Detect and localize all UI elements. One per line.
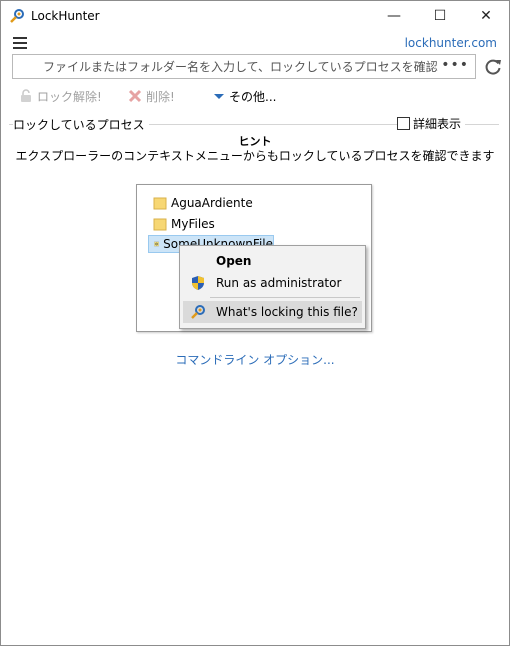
lockhunter-icon bbox=[191, 305, 205, 319]
other-label: その他... bbox=[229, 89, 277, 104]
refresh-icon[interactable] bbox=[483, 57, 503, 77]
search-input[interactable] bbox=[13, 55, 453, 78]
folder-icon bbox=[153, 218, 167, 231]
delete-x-icon bbox=[128, 89, 142, 103]
title-bar[interactable]: LockHunter — ☐ ✕ bbox=[1, 1, 509, 31]
delete-label: 削除! bbox=[146, 89, 175, 104]
unlock-button[interactable]: ロック解除! bbox=[19, 87, 102, 105]
delete-button[interactable]: 削除! bbox=[128, 87, 175, 105]
menu-item-open: Open bbox=[216, 254, 252, 268]
browse-button[interactable]: ••• bbox=[441, 57, 469, 73]
biohazard-file-icon bbox=[154, 241, 159, 247]
detail-view-checkbox[interactable]: 詳細表示 bbox=[397, 115, 466, 132]
menu-item-whats-locking: What's locking this file? bbox=[183, 301, 362, 323]
lockhunter-window: LockHunter — ☐ ✕ lockhunter.com ••• ロック解… bbox=[0, 0, 510, 646]
other-menu-button[interactable]: その他... bbox=[213, 87, 276, 105]
menu-separator bbox=[210, 297, 360, 298]
locking-processes-label: ロックしているプロセス bbox=[13, 116, 149, 133]
padlock-icon bbox=[21, 89, 31, 102]
file-item: AguaArdiente bbox=[153, 194, 253, 212]
close-button[interactable]: ✕ bbox=[463, 1, 509, 31]
menu-item-run-as-admin: Run as administrator bbox=[180, 272, 365, 294]
context-menu: Open Run as administrator What's locking… bbox=[179, 245, 366, 329]
maximize-button[interactable]: ☐ bbox=[417, 1, 463, 31]
minimize-button[interactable]: — bbox=[371, 1, 417, 31]
command-line-options-link[interactable]: コマンドライン オプション... bbox=[1, 351, 509, 368]
checkbox-box[interactable] bbox=[397, 117, 410, 130]
uac-shield-icon bbox=[192, 276, 204, 290]
folder-icon bbox=[153, 197, 167, 210]
unlock-label: ロック解除! bbox=[37, 89, 102, 104]
search-box: ••• bbox=[12, 54, 476, 79]
app-logo-icon bbox=[10, 9, 24, 23]
hint-text: エクスプローラーのコンテキストメニューからもロックしているプロセスを確認できます bbox=[15, 149, 495, 163]
file-item: MyFiles bbox=[153, 215, 215, 233]
website-link[interactable]: lockhunter.com bbox=[405, 36, 497, 50]
window-title: LockHunter bbox=[31, 9, 100, 23]
triangle-down-icon bbox=[214, 94, 224, 99]
hamburger-menu-icon[interactable] bbox=[13, 37, 27, 49]
detail-view-label: 詳細表示 bbox=[413, 117, 462, 131]
